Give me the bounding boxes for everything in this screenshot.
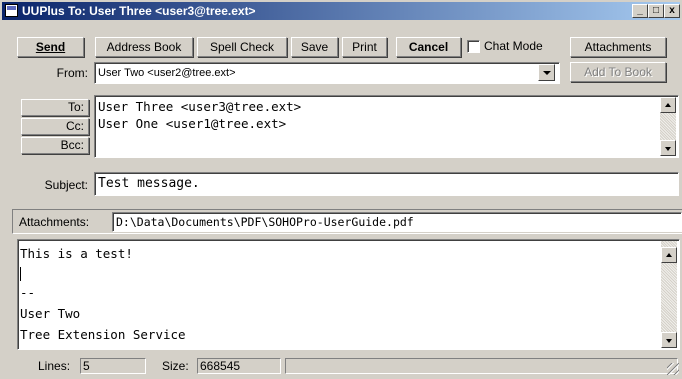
- to-button[interactable]: To:: [21, 99, 89, 116]
- app-icon: [5, 4, 18, 17]
- attachments-button[interactable]: Attachments: [570, 37, 666, 57]
- size-value: 668545: [197, 358, 281, 374]
- from-combo[interactable]: User Two <user2@tree.ext>: [94, 62, 560, 84]
- subject-field[interactable]: Test message.: [94, 172, 679, 196]
- attachments-field[interactable]: D:\Data\Documents\PDF\SOHOPro-UserGuide.…: [112, 212, 682, 232]
- scroll-up-icon[interactable]: [660, 97, 676, 113]
- lines-label: Lines:: [38, 359, 71, 373]
- maximize-button[interactable]: □: [648, 4, 664, 18]
- recipient-line: User One <user1@tree.ext>: [98, 116, 287, 131]
- subject-label: Subject:: [44, 178, 88, 192]
- minimize-button[interactable]: _: [632, 4, 648, 18]
- body-line: Tree Extension Service: [20, 327, 186, 342]
- compose-window: UUPlus To: User Three <user3@tree.ext> _…: [0, 0, 682, 379]
- chat-mode-checkbox[interactable]: [467, 40, 480, 53]
- add-to-book-button[interactable]: Add To Book: [570, 62, 666, 82]
- cc-button[interactable]: Cc:: [21, 118, 89, 135]
- body-line: This is a test!: [20, 246, 133, 261]
- chevron-down-icon[interactable]: [538, 64, 555, 81]
- from-label: From:: [56, 66, 88, 80]
- body-scrollbar[interactable]: [661, 241, 677, 348]
- cancel-button[interactable]: Cancel: [396, 37, 461, 57]
- close-button[interactable]: x: [664, 4, 680, 18]
- address-book-button[interactable]: Address Book: [95, 37, 193, 57]
- print-button[interactable]: Print: [342, 37, 387, 57]
- message-body[interactable]: This is a test! -- User Two Tree Extensi…: [17, 239, 680, 350]
- text-caret: [20, 267, 21, 281]
- body-line: --: [20, 285, 36, 300]
- lines-count: 5: [80, 358, 146, 374]
- resize-grip-icon[interactable]: [667, 363, 679, 375]
- chat-mode-label: Chat Mode: [484, 39, 543, 53]
- window-title: UUPlus To: User Three <user3@tree.ext>: [22, 4, 256, 18]
- recipient-line: User Three <user3@tree.ext>: [98, 99, 302, 114]
- send-button[interactable]: Send: [17, 37, 84, 57]
- bcc-button[interactable]: Bcc:: [21, 137, 89, 154]
- title-bar[interactable]: UUPlus To: User Three <user3@tree.ext> _…: [2, 2, 680, 20]
- size-label: Size:: [162, 359, 189, 373]
- recipients-field[interactable]: User Three <user3@tree.ext> User One <us…: [94, 95, 679, 158]
- status-panel: [285, 358, 678, 374]
- scroll-up-icon[interactable]: [661, 247, 677, 263]
- spell-check-button[interactable]: Spell Check: [197, 37, 287, 57]
- scroll-down-icon[interactable]: [660, 140, 676, 156]
- scroll-down-icon[interactable]: [661, 332, 677, 348]
- send-button-label: Send: [35, 40, 66, 54]
- attachments-label: Attachments:: [19, 215, 90, 229]
- recipients-scrollbar[interactable]: [660, 97, 676, 156]
- save-button[interactable]: Save: [291, 37, 338, 57]
- body-line: User Two: [20, 306, 81, 321]
